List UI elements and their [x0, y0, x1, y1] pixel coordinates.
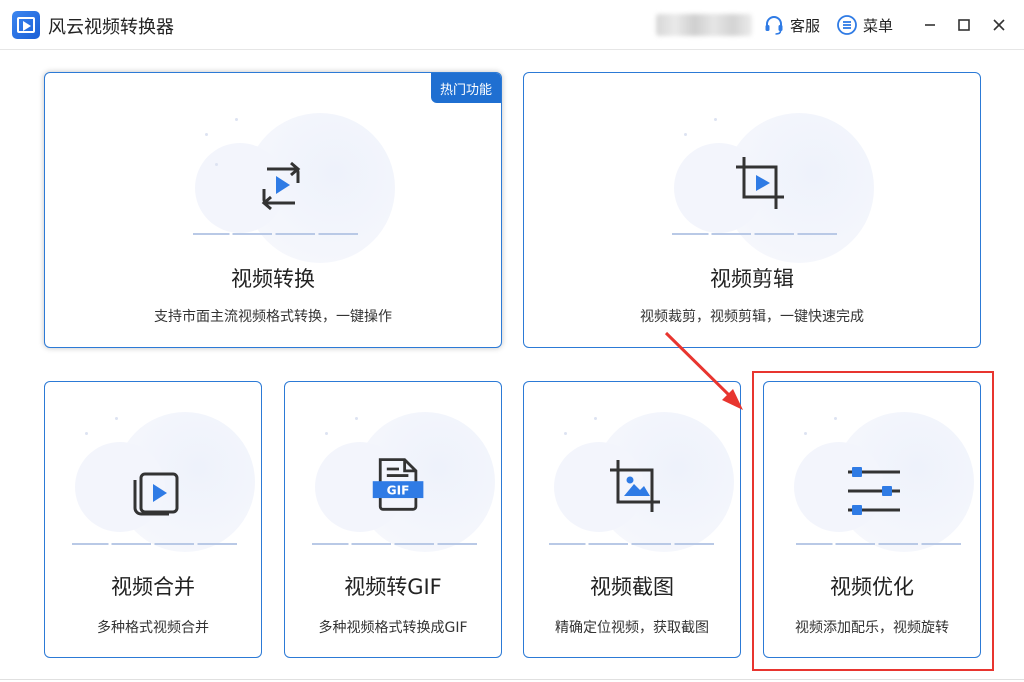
card-video-to-gif[interactable]: GIF 视频转GIF 多种视频格式转换成GIF [284, 381, 502, 658]
card-video-screenshot[interactable]: 视频截图 精确定位视频，获取截图 [523, 381, 741, 658]
sliders-icon [848, 467, 900, 515]
card-baseline [312, 543, 477, 545]
crop-video-icon [736, 157, 784, 209]
card-baseline [72, 543, 237, 545]
card-baseline [796, 543, 961, 545]
close-icon [993, 19, 1005, 31]
card-description: 精确定位视频，获取截图 [555, 620, 709, 636]
card-title: 视频转换 [231, 267, 315, 291]
card-description: 多种视频格式转换成GIF [318, 620, 468, 636]
hot-feature-badge: 热门功能 [430, 73, 501, 103]
close-button[interactable] [989, 15, 1009, 35]
card-video-optimize[interactable]: 视频优化 视频添加配乐，视频旋转 [763, 381, 981, 658]
card-title: 视频优化 [830, 575, 914, 599]
card-title: 视频剪辑 [710, 267, 794, 291]
crop-image-icon [610, 460, 660, 512]
gif-icon-text: GIF [387, 483, 410, 497]
card-title: 视频转GIF [344, 575, 442, 599]
card-description: 视频裁剪，视频剪辑，一键快速完成 [640, 309, 864, 325]
customer-service-button[interactable]: 客服 [763, 13, 820, 37]
card-description: 支持市面主流视频格式转换，一键操作 [154, 309, 392, 325]
merge-video-icon [133, 472, 179, 516]
menu-label: 菜单 [863, 16, 894, 35]
minimize-icon [925, 24, 935, 26]
card-baseline [672, 233, 837, 235]
gif-file-icon: GIF [372, 458, 424, 511]
card-video-convert[interactable]: 视频转换 支持市面主流视频格式转换，一键操作 热门功能 [44, 72, 502, 348]
card-baseline [193, 233, 358, 235]
card-baseline [549, 543, 714, 545]
user-account-blurred[interactable] [656, 14, 752, 36]
card-video-merge[interactable]: 视频合并 多种格式视频合并 [44, 381, 262, 658]
app-logo-icon [12, 11, 40, 39]
menu-button[interactable]: 菜单 [836, 13, 893, 37]
app-title: 风云视频转换器 [48, 17, 174, 38]
minimize-button[interactable] [920, 15, 940, 35]
card-description: 视频添加配乐，视频旋转 [795, 620, 949, 636]
maximize-button[interactable] [954, 15, 974, 35]
menu-icon [837, 15, 857, 35]
convert-video-icon [261, 161, 301, 211]
card-title: 视频截图 [590, 575, 674, 599]
maximize-icon [958, 19, 970, 31]
title-bar: 风云视频转换器 客服 菜单 [0, 0, 1024, 50]
headset-icon [765, 16, 783, 35]
card-video-edit[interactable]: 视频剪辑 视频裁剪，视频剪辑，一键快速完成 [523, 72, 981, 348]
card-description: 多种格式视频合并 [97, 620, 209, 636]
card-title: 视频合并 [111, 575, 195, 599]
customer-service-label: 客服 [790, 16, 821, 35]
bottom-divider [0, 679, 1024, 680]
